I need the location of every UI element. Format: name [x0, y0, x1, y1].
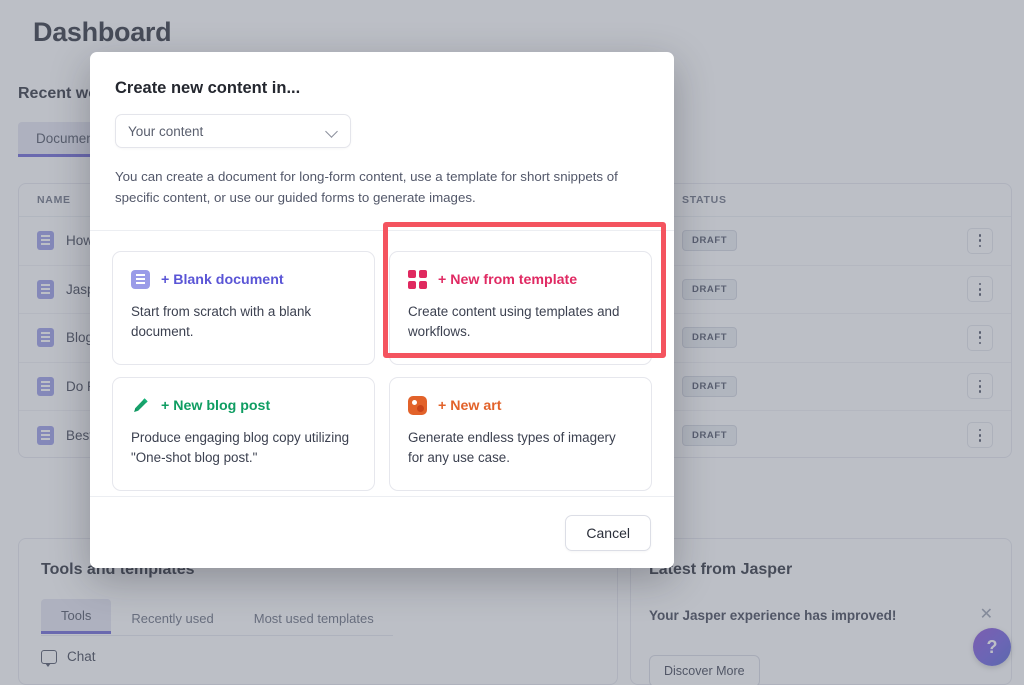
- modal-footer: Cancel: [90, 496, 674, 568]
- card-header: + New from template: [408, 270, 633, 289]
- modal-description: You can create a document for long-form …: [115, 167, 645, 208]
- card-description: Create content using templates and workf…: [408, 302, 633, 342]
- cancel-button[interactable]: Cancel: [565, 515, 651, 551]
- card-description: Produce engaging blog copy utilizing "On…: [131, 428, 356, 468]
- modal-header: Create new content in... Your content Yo…: [90, 52, 674, 208]
- card-title: + New blog post: [161, 398, 270, 414]
- card-title: + New from template: [438, 272, 577, 288]
- chevron-down-icon: [326, 125, 338, 137]
- card-new-blog-post[interactable]: + New blog post Produce engaging blog co…: [112, 377, 375, 491]
- document-icon: [131, 270, 150, 289]
- card-title: + New art: [438, 398, 501, 414]
- card-header: + New art: [408, 396, 633, 415]
- content-location-value: Your content: [128, 124, 326, 139]
- card-blank-document[interactable]: + Blank document Start from scratch with…: [112, 251, 375, 365]
- modal-title: Create new content in...: [115, 79, 649, 98]
- art-palette-icon: [408, 396, 427, 415]
- card-title: + Blank document: [161, 272, 284, 288]
- create-content-modal: Create new content in... Your content Yo…: [90, 52, 674, 568]
- pencil-icon: [131, 396, 150, 415]
- card-header: + New blog post: [131, 396, 356, 415]
- card-new-from-template[interactable]: + New from template Create content using…: [389, 251, 652, 365]
- card-description: Start from scratch with a blank document…: [131, 302, 356, 342]
- card-description: Generate endless types of imagery for an…: [408, 428, 633, 468]
- content-type-cards: + Blank document Start from scratch with…: [90, 231, 674, 491]
- card-new-art[interactable]: + New art Generate endless types of imag…: [389, 377, 652, 491]
- content-location-select[interactable]: Your content: [115, 114, 351, 148]
- app-root: Dashboard Recent work Documents NAME STA…: [0, 0, 1024, 685]
- grid-template-icon: [408, 270, 427, 289]
- card-header: + Blank document: [131, 270, 356, 289]
